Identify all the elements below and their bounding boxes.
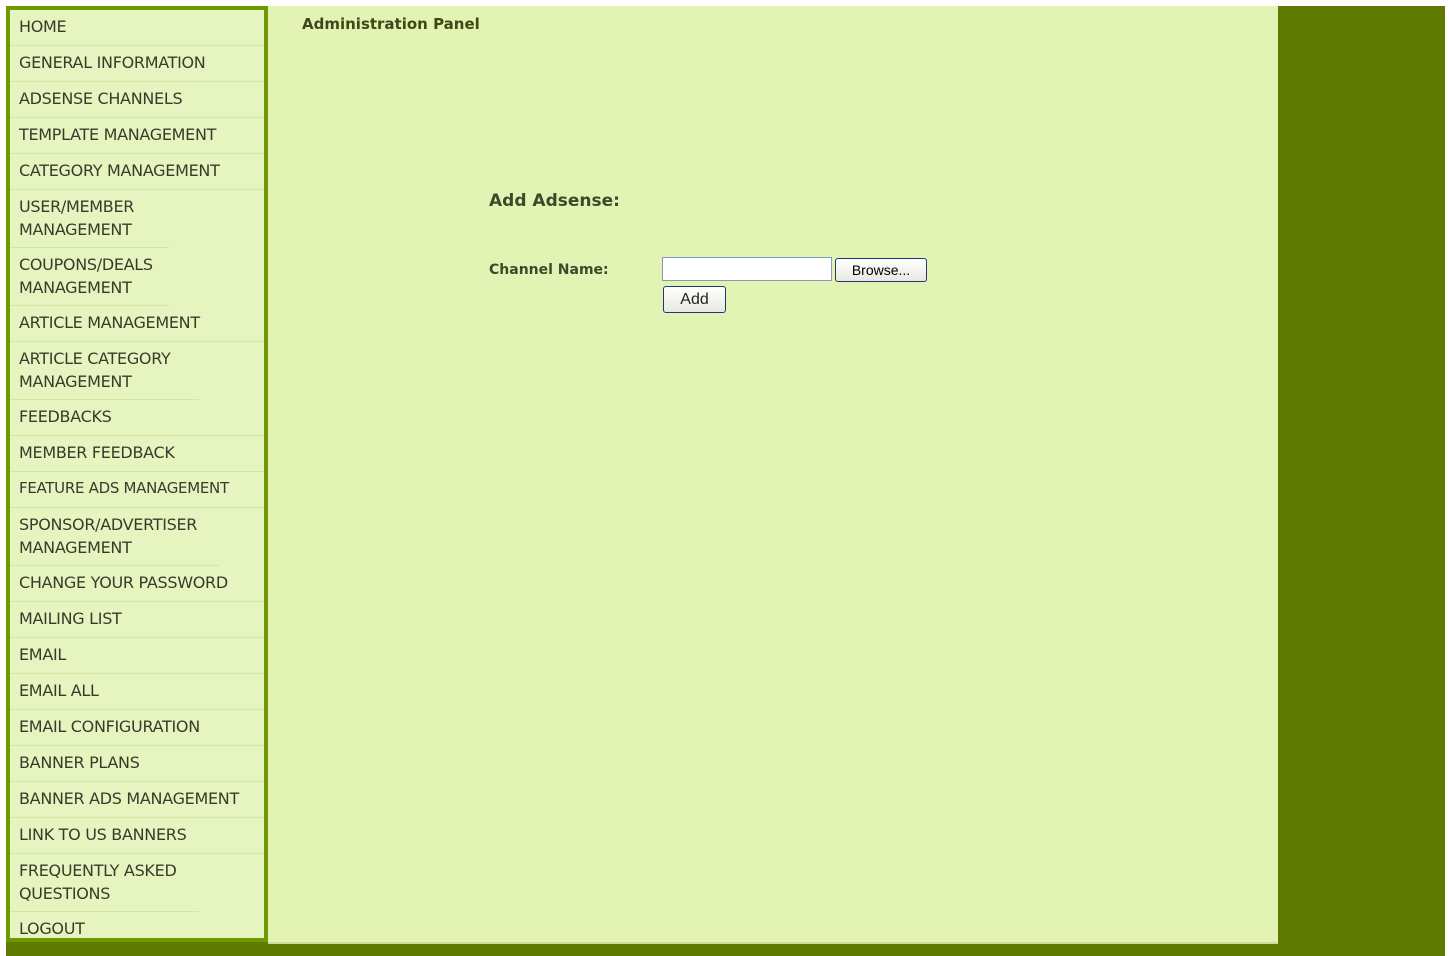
- sidebar-item-link-to-us-banners[interactable]: LINK TO US BANNERS: [10, 818, 264, 854]
- sidebar-item-template-management[interactable]: TEMPLATE MANAGEMENT: [10, 118, 264, 154]
- sidebar-item-mailing-list[interactable]: MAILING LIST: [10, 602, 264, 638]
- sidebar-item-banner-plans[interactable]: BANNER PLANS: [10, 746, 264, 782]
- sidebar-item-banner-ads-management[interactable]: BANNER ADS MANAGEMENT: [10, 782, 264, 818]
- sidebar-item-article-category-management[interactable]: ARTICLE CATEGORY MANAGEMENT: [10, 342, 199, 400]
- sidebar-item-email-all[interactable]: EMAIL ALL: [10, 674, 264, 710]
- sidebar-item-frequently-asked-questions[interactable]: FREQUENTLY ASKED QUESTIONS: [10, 854, 199, 912]
- sidebar-item-logout[interactable]: LOGOUT: [10, 912, 264, 947]
- channel-name-file-input[interactable]: [662, 257, 832, 281]
- sidebar: HOME GENERAL INFORMATION ADSENSE CHANNEL…: [6, 6, 268, 942]
- sidebar-item-general-information[interactable]: GENERAL INFORMATION: [10, 46, 264, 82]
- form-title: Add Adsense:: [489, 191, 620, 211]
- sidebar-item-category-management[interactable]: CATEGORY MANAGEMENT: [10, 154, 264, 190]
- sidebar-item-coupons-deals-management[interactable]: COUPONS/DEALS MANAGEMENT: [10, 248, 169, 306]
- page-title: Administration Panel: [302, 15, 480, 33]
- sidebar-item-home[interactable]: HOME: [10, 10, 264, 46]
- sidebar-item-feedbacks[interactable]: FEEDBACKS: [10, 400, 264, 436]
- add-button[interactable]: Add: [663, 286, 726, 313]
- main-content: Administration Panel Add Adsense: Channe…: [268, 6, 1278, 944]
- sidebar-item-member-feedback[interactable]: MEMBER FEEDBACK: [10, 436, 264, 472]
- sidebar-item-change-your-password[interactable]: CHANGE YOUR PASSWORD: [10, 566, 264, 602]
- sidebar-item-article-management[interactable]: ARTICLE MANAGEMENT: [10, 306, 264, 342]
- sidebar-item-email[interactable]: EMAIL: [10, 638, 264, 674]
- sidebar-item-adsense-channels[interactable]: ADSENSE CHANNELS: [10, 82, 264, 118]
- sidebar-item-feature-ads-management[interactable]: FEATURE ADS MANAGEMENT: [10, 472, 264, 508]
- sidebar-item-email-configuration[interactable]: EMAIL CONFIGURATION: [10, 710, 264, 746]
- sidebar-item-user-member-management[interactable]: USER/MEMBER MANAGEMENT: [10, 190, 169, 248]
- sidebar-nav: HOME GENERAL INFORMATION ADSENSE CHANNEL…: [10, 10, 264, 947]
- channel-name-label: Channel Name:: [489, 262, 609, 278]
- sidebar-item-sponsor-advertiser-management[interactable]: SPONSOR/ADVERTISER MANAGEMENT: [10, 508, 219, 566]
- browse-button[interactable]: Browse...: [835, 258, 927, 282]
